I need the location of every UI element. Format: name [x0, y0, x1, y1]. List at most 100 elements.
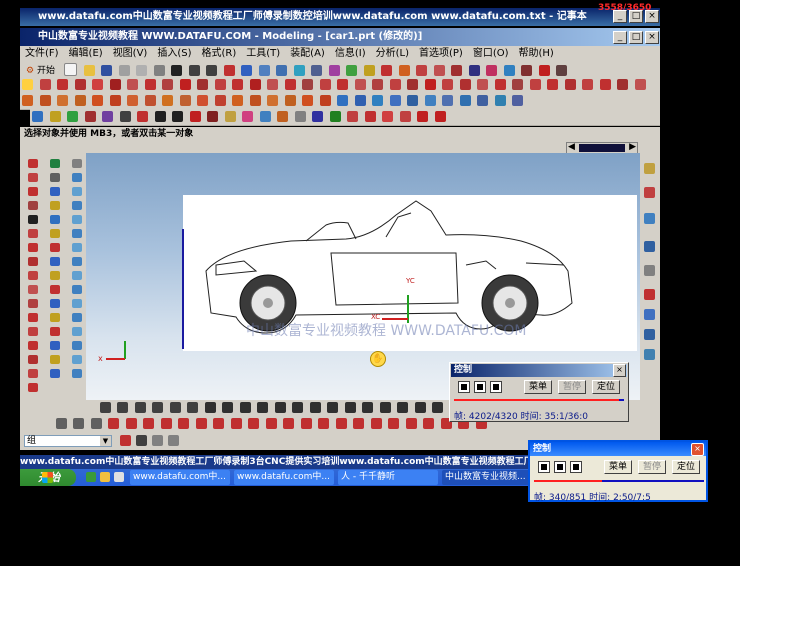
extension-icon[interactable]: [494, 79, 506, 90]
menu-preferences[interactable]: 首选项(P): [414, 46, 468, 61]
rotate-icon[interactable]: [293, 65, 305, 76]
bridge-icon[interactable]: [144, 79, 156, 90]
intersect-icon[interactable]: [284, 95, 296, 106]
revolve-icon[interactable]: [451, 65, 463, 76]
bounded-plane-icon[interactable]: [72, 243, 82, 252]
sketch-icon[interactable]: [50, 159, 60, 168]
enlarge-icon[interactable]: [72, 327, 82, 336]
divide-icon[interactable]: [28, 355, 38, 364]
material-icon[interactable]: [242, 111, 253, 122]
scroll-thumb[interactable]: [579, 144, 625, 152]
filter-curve-icon[interactable]: [108, 418, 119, 429]
filter-intent-icon[interactable]: [423, 418, 434, 429]
redo-icon[interactable]: [206, 65, 218, 76]
render-icon[interactable]: [346, 65, 358, 76]
datum-plane-icon[interactable]: [337, 95, 348, 106]
menu-window[interactable]: 窗口(O): [468, 46, 514, 61]
sew-icon[interactable]: [72, 285, 82, 294]
cone-icon[interactable]: [57, 95, 68, 106]
curve-icon[interactable]: [28, 187, 38, 196]
sketch-line-icon[interactable]: [204, 402, 216, 413]
section-icon[interactable]: [28, 285, 38, 294]
scale-icon[interactable]: [319, 95, 331, 106]
edit-feature-icon[interactable]: [32, 111, 43, 122]
palette-icon[interactable]: [644, 309, 655, 320]
assembly-icon[interactable]: [442, 95, 453, 106]
trim-curve-icon[interactable]: [179, 79, 191, 90]
scroll-right-icon[interactable]: ▶: [629, 142, 636, 152]
color-icon[interactable]: [381, 65, 393, 76]
light-icon[interactable]: [277, 111, 288, 122]
draft-icon[interactable]: [50, 327, 60, 336]
select-cursor-icon[interactable]: [136, 435, 147, 446]
menu-help[interactable]: 帮助(H): [514, 46, 559, 61]
wave-icon[interactable]: [399, 111, 411, 122]
tube-icon[interactable]: [50, 229, 60, 238]
point-icon[interactable]: [109, 79, 121, 90]
sweep-icon[interactable]: [50, 215, 60, 224]
fit-icon[interactable]: [258, 65, 270, 76]
locate-button[interactable]: 定位: [592, 380, 620, 394]
line-icon[interactable]: [28, 159, 38, 168]
arc-icon[interactable]: [57, 79, 68, 90]
text-icon[interactable]: [28, 215, 38, 224]
unsuppress-icon[interactable]: [119, 111, 131, 122]
select-lasso-icon[interactable]: [168, 435, 179, 446]
mesh-icon[interactable]: [72, 173, 82, 182]
grid-icon[interactable]: [617, 79, 628, 90]
simulation-icon[interactable]: [494, 95, 506, 106]
app-minimize-button[interactable]: _: [613, 31, 627, 44]
filter-face-icon[interactable]: [55, 418, 67, 429]
layer-icon[interactable]: [363, 65, 375, 76]
datum-axis-icon[interactable]: [354, 95, 366, 106]
texture-icon[interactable]: [259, 111, 271, 122]
pattern-icon[interactable]: [214, 95, 226, 106]
sketch-poly-icon[interactable]: [292, 402, 303, 413]
start-button[interactable]: 开始: [20, 469, 76, 486]
filter-more-icon[interactable]: [353, 418, 364, 429]
edit-position-icon[interactable]: [67, 111, 78, 122]
filter-sketch-icon[interactable]: [160, 418, 172, 429]
offset-surface-icon[interactable]: [72, 271, 82, 280]
fillet-curve-icon[interactable]: [162, 79, 173, 90]
snap-center-icon[interactable]: [152, 402, 163, 413]
studio-surface-icon[interactable]: [72, 369, 82, 378]
menu-analysis[interactable]: 分析(L): [371, 46, 414, 61]
stretch-icon[interactable]: [28, 369, 38, 378]
patch-icon[interactable]: [442, 79, 453, 90]
sketch-trim-icon[interactable]: [362, 402, 373, 413]
line-tool-icon[interactable]: [154, 111, 166, 122]
sketch-pattern-icon[interactable]: [414, 402, 426, 413]
filter-layer-icon[interactable]: [283, 418, 294, 429]
mirror-icon[interactable]: [232, 95, 243, 106]
bridge-icon[interactable]: [28, 271, 38, 280]
subtract-icon[interactable]: [267, 95, 278, 106]
app-titlebar[interactable]: 中山数富专业视频教程 WWW.DATAFU.COM - Modeling - […: [20, 28, 660, 46]
datum-csys-icon[interactable]: [372, 95, 383, 106]
filter-datum-icon[interactable]: [178, 418, 189, 429]
menu-assembly[interactable]: 装配(A): [285, 46, 330, 61]
scroll-left-icon[interactable]: ◀: [568, 142, 575, 152]
thicken-icon[interactable]: [50, 369, 60, 378]
cut-icon[interactable]: [118, 65, 130, 76]
pattern-icon[interactable]: [50, 341, 60, 350]
filter-reset-icon[interactable]: [265, 418, 277, 429]
menu-file[interactable]: 文件(F): [20, 46, 64, 61]
delete-icon[interactable]: [171, 65, 183, 76]
ruled-icon[interactable]: [72, 187, 82, 196]
spline-icon[interactable]: [28, 201, 38, 210]
isoparam-icon[interactable]: [529, 79, 541, 90]
drafting-icon[interactable]: [459, 95, 471, 106]
swept-icon[interactable]: [372, 79, 383, 90]
paste-icon[interactable]: [153, 65, 165, 76]
step-back-icon[interactable]: [458, 381, 470, 393]
filter-body-icon[interactable]: [73, 418, 84, 429]
menu-edit[interactable]: 编辑(E): [64, 46, 108, 61]
select-rect-icon[interactable]: [152, 435, 163, 446]
measure-icon[interactable]: [599, 79, 611, 90]
fast-icon[interactable]: [382, 111, 393, 122]
shell-icon[interactable]: [50, 313, 60, 322]
text-icon[interactable]: [302, 79, 313, 90]
wrap-icon[interactable]: [564, 79, 576, 90]
patch-icon[interactable]: [72, 313, 82, 322]
